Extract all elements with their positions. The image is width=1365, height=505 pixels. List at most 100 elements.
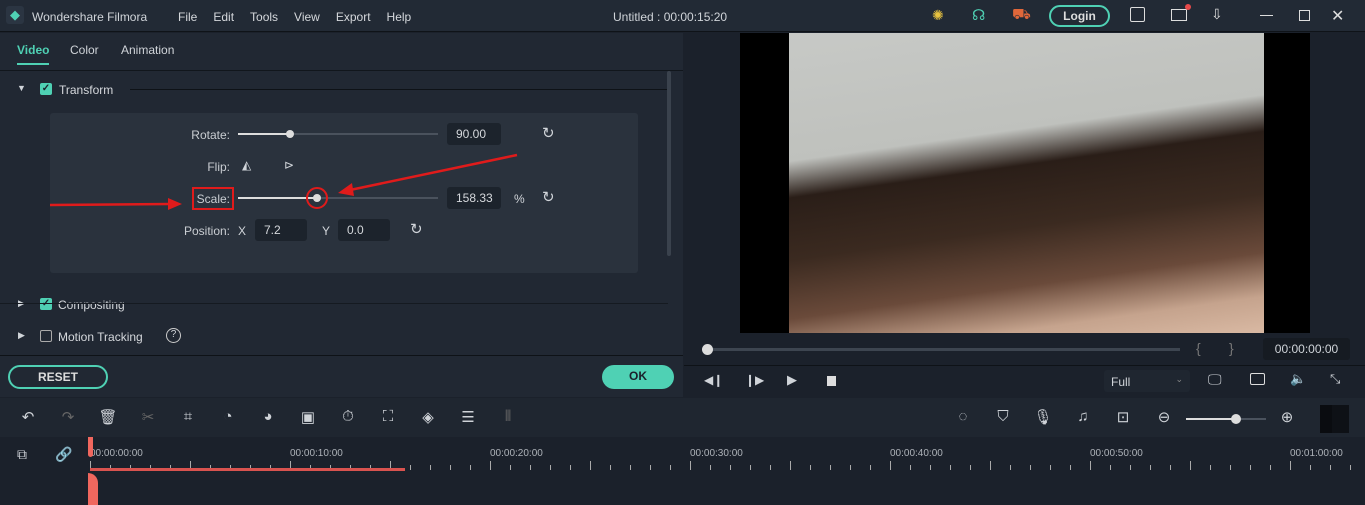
color-palette-icon[interactable]: ◕ bbox=[258, 408, 278, 425]
menu-help[interactable]: Help bbox=[387, 10, 412, 24]
ruler-tick bbox=[690, 461, 691, 470]
ruler-tick bbox=[830, 465, 831, 470]
speed-icon[interactable]: ◔ bbox=[218, 408, 238, 425]
playhead[interactable] bbox=[88, 437, 98, 505]
ruler-tick bbox=[1170, 465, 1171, 470]
save-icon[interactable] bbox=[1130, 7, 1145, 22]
ruler-tick bbox=[970, 465, 971, 470]
ruler-tick bbox=[570, 465, 571, 470]
crop-icon[interactable]: ⌗ bbox=[178, 408, 198, 425]
ruler-tick bbox=[950, 465, 951, 470]
download-icon[interactable]: ⇩ bbox=[1211, 6, 1223, 23]
motion-tracking-expand-icon[interactable]: ▶ bbox=[18, 330, 25, 341]
menu-file[interactable]: File bbox=[178, 10, 197, 24]
focus-icon[interactable]: ⛶ bbox=[378, 408, 398, 425]
restore-icon[interactable] bbox=[1299, 10, 1310, 21]
volume-icon[interactable]: 🔈 bbox=[1290, 371, 1306, 387]
quality-select[interactable]: Full ⌄ bbox=[1104, 370, 1190, 392]
reset-button[interactable]: RESET bbox=[8, 365, 108, 389]
ruler-tick bbox=[650, 465, 651, 470]
ruler-tick bbox=[410, 465, 411, 470]
ruler-tick bbox=[990, 461, 991, 470]
stop-icon[interactable] bbox=[827, 376, 836, 386]
close-icon[interactable]: ✕ bbox=[1331, 6, 1344, 26]
ruler-tick bbox=[1250, 465, 1251, 470]
zoom-slider[interactable] bbox=[1186, 414, 1266, 424]
play-icon[interactable]: ▶ bbox=[787, 372, 797, 388]
chevron-down-icon: ⌄ bbox=[1175, 374, 1183, 384]
compositing-checkbox[interactable]: ✓ bbox=[40, 298, 52, 310]
ruler-tick bbox=[870, 465, 871, 470]
ruler-tick bbox=[1350, 465, 1351, 470]
ruler-tick bbox=[850, 465, 851, 470]
ruler-tick bbox=[1090, 461, 1091, 470]
zoom-slider-knob[interactable] bbox=[1231, 414, 1241, 424]
cart-icon[interactable]: ⛟ bbox=[1012, 6, 1031, 25]
lightbulb-icon[interactable]: ✺ bbox=[932, 7, 944, 24]
ruler-tick bbox=[450, 465, 451, 470]
ruler-tick bbox=[1310, 465, 1311, 470]
ruler-tick bbox=[670, 465, 671, 470]
ruler-tick bbox=[630, 465, 631, 470]
mail-icon[interactable] bbox=[1171, 4, 1191, 21]
ruler-tick bbox=[1230, 465, 1231, 470]
display-icon[interactable]: 🖵 bbox=[1208, 371, 1222, 388]
link-icon[interactable]: 🔗 bbox=[54, 446, 74, 463]
zoom-in-icon[interactable]: ⊕ bbox=[1277, 408, 1297, 426]
previous-frame-icon[interactable]: ◀❙ bbox=[704, 373, 723, 387]
zoom-out-icon[interactable]: ⊖ bbox=[1154, 408, 1174, 426]
timecode-label: 00:00:40:00 bbox=[890, 448, 943, 459]
snapshot-icon[interactable] bbox=[1250, 373, 1265, 385]
ruler-tick bbox=[530, 465, 531, 470]
login-button[interactable]: Login bbox=[1049, 5, 1110, 27]
adjust-icon[interactable]: ☰ bbox=[458, 408, 478, 426]
preview-timecode: 00:00:00:00 bbox=[1263, 338, 1350, 360]
fullscreen-icon[interactable]: ⤡ bbox=[1330, 371, 1340, 387]
redo-icon[interactable]: ↷ bbox=[58, 408, 78, 426]
ruler-tick bbox=[610, 465, 611, 470]
ruler-tick bbox=[770, 465, 771, 470]
ok-button[interactable]: OK bbox=[602, 365, 674, 389]
video-frame bbox=[740, 33, 1310, 333]
ruler-tick bbox=[1010, 465, 1011, 470]
marker-icon[interactable]: ⛉ bbox=[993, 408, 1013, 425]
menu-view[interactable]: View bbox=[294, 10, 320, 24]
timer-icon[interactable]: ⏱ bbox=[338, 408, 358, 425]
help-icon[interactable]: ? bbox=[166, 328, 181, 343]
audio-mixer-icon[interactable]: ♫ bbox=[1073, 408, 1093, 425]
timeline-toolbar: ↶ ↷ 🗑 ✂ ⌗ ◔ ◕ ▣ ⏱ ⛶ ◈ ☰ ⦀ ◌ ⛉ 🎙 ♫ ⊡ ⊖ ⊕ bbox=[0, 398, 1365, 437]
motion-tracking-header: Motion Tracking bbox=[58, 330, 143, 344]
playhead-knob[interactable] bbox=[702, 344, 713, 355]
ruler-tick bbox=[1130, 465, 1131, 470]
audio-waveform-icon[interactable]: ⦀ bbox=[498, 408, 518, 425]
render-preview-icon[interactable]: ◌ bbox=[953, 408, 973, 425]
ruler-tick bbox=[750, 465, 751, 470]
menu-export[interactable]: Export bbox=[336, 10, 371, 24]
next-frame-icon[interactable]: ❙▶ bbox=[745, 373, 764, 387]
timecode-label: 00:01:00:00 bbox=[1290, 448, 1343, 459]
cut-icon[interactable]: ✂ bbox=[138, 408, 158, 426]
ruler-tick bbox=[470, 465, 471, 470]
menu-tools[interactable]: Tools bbox=[250, 10, 278, 24]
delete-icon[interactable]: 🗑 bbox=[98, 408, 118, 426]
green-screen-icon[interactable]: ▣ bbox=[298, 408, 318, 426]
ruler-tick bbox=[1210, 465, 1211, 470]
panel-layout-icon[interactable] bbox=[1320, 405, 1349, 433]
rendered-range-bar bbox=[90, 468, 405, 471]
keyframe-icon[interactable]: ◈ bbox=[418, 408, 438, 426]
menu-edit[interactable]: Edit bbox=[213, 10, 234, 24]
mark-in-button[interactable]: { bbox=[1196, 340, 1201, 356]
timecode-label: 00:00:30:00 bbox=[690, 448, 743, 459]
undo-icon[interactable]: ↶ bbox=[18, 408, 38, 426]
ruler-tick bbox=[1150, 465, 1151, 470]
timeline-ruler[interactable]: ⧉ 🔗 00:00:00:00 00:00:10:00 00:00:20:00 00:… bbox=[0, 437, 1365, 472]
mark-out-button[interactable]: } bbox=[1229, 340, 1234, 356]
ruler-tick bbox=[490, 461, 491, 470]
fit-timeline-icon[interactable]: ⊡ bbox=[1113, 408, 1133, 426]
playback-progress[interactable] bbox=[702, 344, 1180, 355]
microphone-icon[interactable]: 🎙 bbox=[1033, 408, 1053, 426]
minimize-icon[interactable] bbox=[1260, 15, 1273, 16]
motion-tracking-checkbox[interactable] bbox=[40, 330, 52, 342]
headset-icon[interactable]: ☊ bbox=[972, 6, 985, 24]
add-track-icon[interactable]: ⧉ bbox=[12, 446, 32, 463]
